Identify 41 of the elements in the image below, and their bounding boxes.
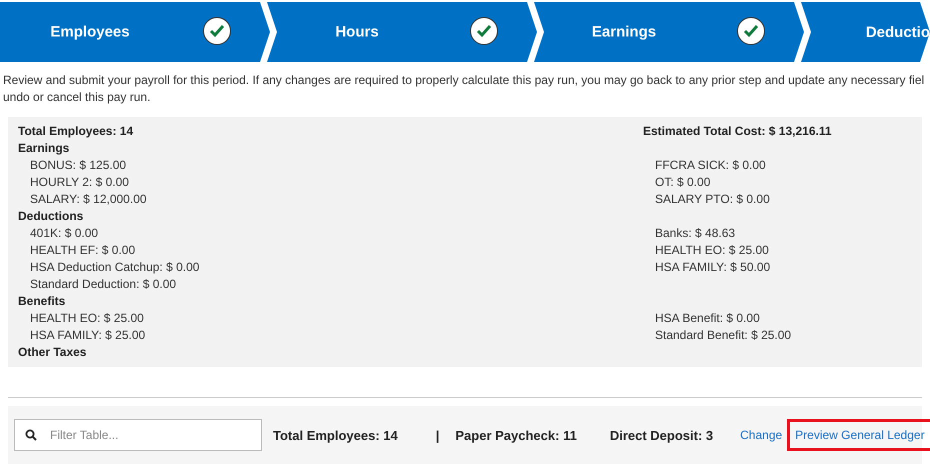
summary-item: SALARY PTO: $ 0.00	[654, 191, 771, 208]
step-label: Hours	[334, 24, 380, 40]
summary-item: BONUS: $ 125.00	[29, 157, 128, 174]
check-icon	[737, 17, 765, 45]
summary-item: Banks: $ 48.63	[654, 225, 736, 242]
summary-item: HSA Deduction Catchup: $ 0.00	[29, 259, 200, 276]
summary-item: Standard Deduction: $ 0.00	[29, 276, 178, 293]
check-icon	[470, 17, 498, 45]
summary-item: FFCRA SICK: $ 0.00	[654, 157, 767, 174]
summary-item: HEALTH EO: $ 25.00	[654, 242, 770, 259]
step-label: Earnings	[590, 24, 658, 40]
summary-item: HEALTH EO: $ 25.00	[29, 310, 145, 327]
summary-item: 401K: $ 0.00	[29, 225, 100, 242]
step-label: Employees	[49, 24, 131, 40]
step-tab[interactable]: Deductio	[801, 2, 930, 62]
section-heading: Benefits	[18, 293, 66, 310]
stat-text: Total Employees: 14	[273, 428, 398, 442]
step-tab[interactable]: Employees	[0, 2, 270, 62]
section-heading: Other Taxes	[18, 344, 88, 361]
check-icon	[203, 17, 231, 45]
step-label: Deductio	[866, 24, 930, 40]
summary-item: OT: $ 0.00	[654, 174, 712, 191]
step-tab[interactable]: Hours	[267, 2, 537, 62]
section-heading: Earnings	[18, 140, 70, 157]
estimated-total-cost: Estimated Total Cost: $ 13,216.11	[643, 123, 833, 140]
intro-text: Review and submit your payroll for this period. If any changes are required to properly calculate this pay run, you may go back to any prior step and update any necessary fiel undo or cancel this pay run.	[3, 72, 926, 106]
separator: |	[436, 428, 440, 442]
summary-item: HOURLY 2: $ 0.00	[29, 174, 130, 191]
summary-item: HSA FAMILY: $ 50.00	[654, 259, 772, 276]
step-tab[interactable]: Earnings	[534, 2, 804, 62]
summary-item: HSA FAMILY: $ 25.00	[29, 327, 146, 344]
stat-text: Direct Deposit: 3	[610, 428, 714, 442]
section-heading: Deductions	[18, 208, 84, 225]
link[interactable]: Preview General Ledger	[787, 419, 930, 451]
summary-item: Standard Benefit: $ 25.00	[654, 327, 792, 344]
summary-item: HSA Benefit: $ 0.00	[654, 310, 761, 327]
filter-field[interactable]: Filter Table...	[14, 419, 262, 451]
stat-text: Paper Paycheck: 11	[455, 428, 577, 442]
summary-item: HEALTH EF: $ 0.00	[29, 242, 136, 259]
total-employees: Total Employees: 14	[18, 123, 134, 140]
summary-item: SALARY: $ 12,000.00	[29, 191, 148, 208]
